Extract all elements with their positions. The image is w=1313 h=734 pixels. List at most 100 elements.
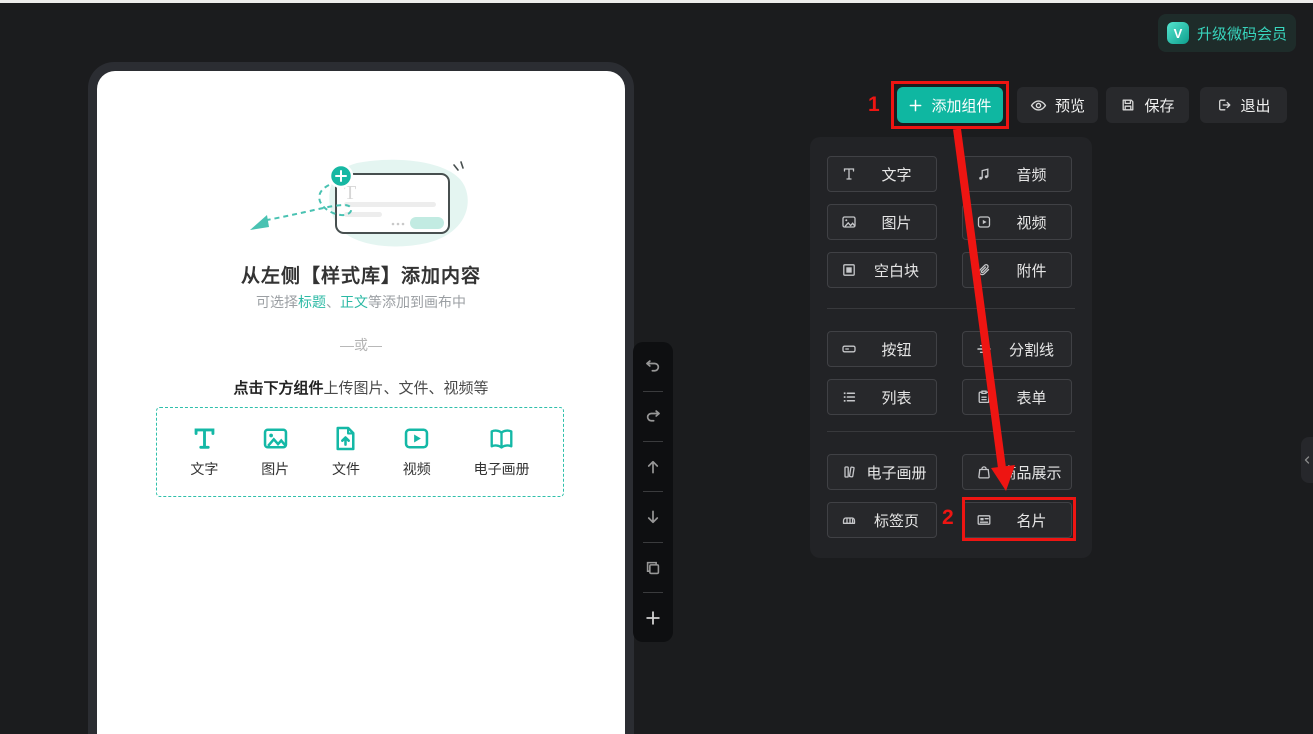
component-list[interactable]: 列表 xyxy=(827,379,937,415)
upload-item-file[interactable]: 文件 xyxy=(332,425,360,479)
panel-group-divider xyxy=(827,308,1075,309)
video-icon xyxy=(975,214,992,231)
component-label: 音频 xyxy=(1016,166,1047,184)
component-product-display[interactable]: 商品展示 xyxy=(962,454,1072,490)
body-text-link[interactable]: 正文 xyxy=(340,294,368,310)
hint-rest: 上传图片、文件、视频等 xyxy=(323,380,489,397)
ealbum-icon xyxy=(840,464,857,481)
upload-item-text[interactable]: 文字 xyxy=(190,425,218,479)
component-label: 图片 xyxy=(881,214,912,232)
tab-page-icon xyxy=(840,512,857,529)
exit-button[interactable]: 退出 xyxy=(1200,87,1287,123)
toolbar-divider xyxy=(643,441,663,443)
business-card-icon xyxy=(975,512,992,529)
upload-hint: 点击下方组件上传图片、文件、视频等 xyxy=(97,377,625,398)
upload-item-label: 文件 xyxy=(331,461,360,477)
title-link[interactable]: 标题 xyxy=(298,294,326,310)
step-1-annotation: 1 xyxy=(868,93,880,116)
component-text[interactable]: 文字 xyxy=(827,156,937,192)
logout-icon xyxy=(1216,97,1232,113)
empty-state-illustration: T xyxy=(211,155,511,270)
add-component-button[interactable]: 添加组件 xyxy=(897,87,1003,123)
canvas-frame: T 从左侧【样式库】添加内容 可选择标题、正文等添加到画布中 —或— 点击下方组… xyxy=(88,62,634,734)
move-down-icon[interactable] xyxy=(641,505,665,529)
component-button[interactable]: 按钮 xyxy=(827,331,937,367)
component-label: 电子画册 xyxy=(866,464,927,482)
component-dropdown-panel: 文字 音频 图片 视频 空白块 附件 按钮 分割线 列表 表单 电子画册 商品展… xyxy=(810,137,1092,558)
component-label: 空白块 xyxy=(873,262,919,280)
component-label: 分割线 xyxy=(1008,341,1054,359)
blank-block-icon xyxy=(840,262,857,279)
redo-icon[interactable] xyxy=(641,404,665,428)
upload-item-video[interactable]: 视频 xyxy=(403,425,431,479)
move-up-icon[interactable] xyxy=(641,455,665,479)
text-icon xyxy=(191,425,218,452)
text-icon xyxy=(840,166,857,183)
upload-component-box: 文字 图片 文件 视频 电子画册 xyxy=(156,407,564,497)
component-divider-line[interactable]: 分割线 xyxy=(962,331,1072,367)
empty-state-subline: 可选择标题、正文等添加到画布中 xyxy=(97,292,625,312)
upload-item-ealbum[interactable]: 电子画册 xyxy=(474,425,530,479)
component-label: 列表 xyxy=(881,389,912,407)
upload-item-label: 图片 xyxy=(261,461,290,477)
component-label: 标签页 xyxy=(873,512,919,530)
upgrade-membership-button[interactable]: V 升级微码会员 xyxy=(1158,14,1296,52)
image-icon xyxy=(262,425,289,452)
save-label: 保存 xyxy=(1144,97,1175,115)
membership-label: 升级微码会员 xyxy=(1196,25,1287,43)
window-top-edge xyxy=(0,0,1313,3)
preview-button[interactable]: 预览 xyxy=(1017,87,1098,123)
component-attachment[interactable]: 附件 xyxy=(962,252,1072,288)
divider-icon xyxy=(975,341,992,358)
component-label: 名片 xyxy=(1016,512,1047,530)
component-image[interactable]: 图片 xyxy=(827,204,937,240)
upload-item-label: 电子画册 xyxy=(473,461,530,477)
component-blank-block[interactable]: 空白块 xyxy=(827,252,937,288)
save-button[interactable]: 保存 xyxy=(1106,87,1189,123)
add-icon[interactable] xyxy=(641,606,665,630)
button-icon xyxy=(840,341,857,358)
attachment-icon xyxy=(975,262,992,279)
component-form[interactable]: 表单 xyxy=(962,379,1072,415)
step-2-annotation: 2 xyxy=(942,506,954,529)
canvas-side-toolbar xyxy=(633,342,673,642)
toolbar-divider xyxy=(643,390,663,392)
toolbar-divider xyxy=(643,541,663,543)
panel-group-divider xyxy=(827,431,1075,432)
save-icon xyxy=(1120,97,1136,113)
list-icon xyxy=(840,389,857,406)
exit-label: 退出 xyxy=(1240,97,1271,115)
component-business-card[interactable]: 名片 xyxy=(962,502,1072,538)
toolbar-divider xyxy=(643,592,663,594)
page-canvas[interactable]: T 从左侧【样式库】添加内容 可选择标题、正文等添加到画布中 —或— 点击下方组… xyxy=(97,71,625,734)
upload-item-label: 文字 xyxy=(190,461,219,477)
eye-icon xyxy=(1030,97,1047,114)
component-label: 表单 xyxy=(1016,389,1047,407)
toolbar-divider xyxy=(643,491,663,493)
upload-item-image[interactable]: 图片 xyxy=(261,425,289,479)
audio-icon xyxy=(975,166,992,183)
component-label: 按钮 xyxy=(881,341,912,359)
empty-state-headline: 从左侧【样式库】添加内容 xyxy=(240,266,481,287)
image-icon xyxy=(840,214,857,231)
preview-label: 预览 xyxy=(1054,97,1085,115)
plus-icon xyxy=(908,98,923,113)
component-tab-page[interactable]: 标签页 xyxy=(827,502,937,538)
undo-icon[interactable] xyxy=(641,354,665,378)
component-video[interactable]: 视频 xyxy=(962,204,1072,240)
video-icon xyxy=(403,425,430,452)
collapse-panel-handle[interactable] xyxy=(1301,437,1313,483)
upload-item-label: 视频 xyxy=(402,461,431,477)
file-upload-icon xyxy=(332,425,359,452)
or-divider: —或— xyxy=(340,337,382,353)
component-label: 文字 xyxy=(881,166,912,184)
component-label: 附件 xyxy=(1016,262,1047,280)
component-ealbum[interactable]: 电子画册 xyxy=(827,454,937,490)
component-label: 视频 xyxy=(1016,214,1047,232)
component-audio[interactable]: 音频 xyxy=(962,156,1072,192)
copy-icon[interactable] xyxy=(641,556,665,580)
hint-bold: 点击下方组件 xyxy=(233,380,324,397)
form-icon xyxy=(975,389,992,406)
v-badge-icon: V xyxy=(1166,22,1189,44)
chevron-left-icon xyxy=(1304,456,1310,464)
